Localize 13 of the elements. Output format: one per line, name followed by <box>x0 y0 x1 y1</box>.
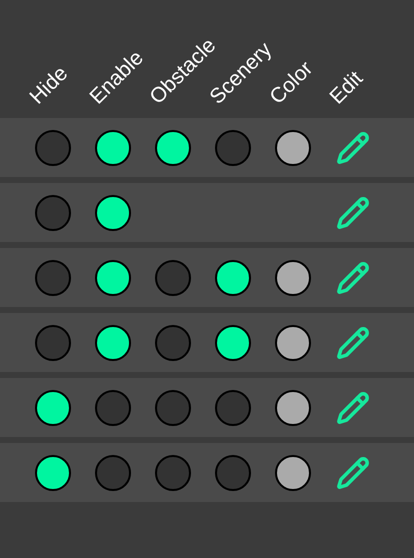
column-header: Hide <box>26 62 72 108</box>
pencil-icon <box>336 326 370 360</box>
pencil-icon <box>336 260 370 294</box>
color-swatch[interactable] <box>275 390 311 426</box>
pencil-icon <box>336 130 370 164</box>
pencil-icon <box>336 196 370 230</box>
pencil-icon <box>336 456 370 490</box>
color-swatch[interactable] <box>275 454 311 490</box>
column-header: Edit <box>326 68 367 108</box>
color-swatch[interactable] <box>275 130 311 166</box>
color-swatch[interactable] <box>275 324 311 360</box>
pencil-icon <box>336 390 370 424</box>
color-swatch[interactable] <box>275 260 311 296</box>
